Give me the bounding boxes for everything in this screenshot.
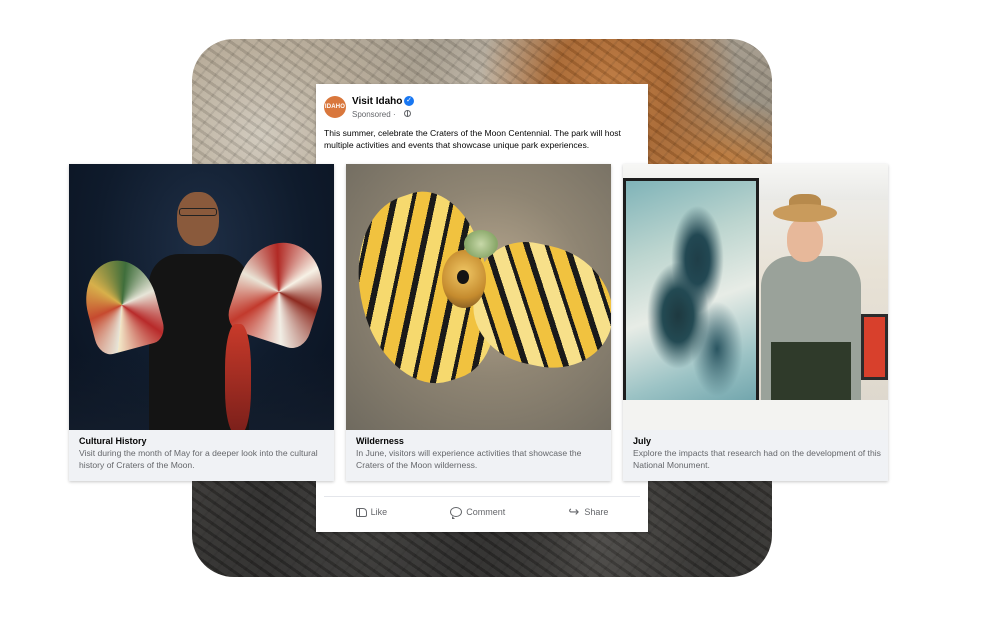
card-title: July xyxy=(633,436,652,446)
thumbs-up-icon xyxy=(355,507,367,517)
share-label: Share xyxy=(584,507,609,517)
carousel-card-july[interactable]: July Explore the impacts that research h… xyxy=(623,164,888,481)
page-avatar[interactable]: IDAHO xyxy=(324,96,346,118)
sponsored-text: Sponsored xyxy=(352,110,391,119)
card-description: Visit during the month of May for a deep… xyxy=(79,448,318,470)
card-description: In June, visitors will experience activi… xyxy=(356,448,582,470)
photo-ranger-hat-brim xyxy=(773,204,837,222)
comment-button[interactable]: Comment xyxy=(450,507,506,519)
photo-red-sign xyxy=(861,314,888,380)
post-body-text: This summer, celebrate the Craters of th… xyxy=(324,128,621,150)
card-description: Explore the impacts that research had on… xyxy=(633,448,881,470)
photo-moth-eye xyxy=(457,270,469,284)
page-name[interactable]: Visit Idaho xyxy=(352,96,402,107)
card-title: Wilderness xyxy=(356,436,404,446)
photo-satellite-map xyxy=(626,181,756,405)
like-label: Like xyxy=(370,507,388,517)
card-photo-moth-closeup xyxy=(346,164,611,430)
carousel-card-cultural-history[interactable]: Cultural History Visit during the month … xyxy=(69,164,334,481)
carousel-card-wilderness[interactable]: Wilderness In June, visitors will experi… xyxy=(346,164,611,481)
verified-badge-icon: ✓ xyxy=(404,96,414,106)
card-caption: July Explore the impacts that research h… xyxy=(633,436,881,471)
card-photo-ranger-with-map xyxy=(623,164,888,430)
comment-icon xyxy=(450,507,463,519)
sponsored-label: Sponsored · xyxy=(352,110,396,119)
card-title: Cultural History xyxy=(79,436,147,446)
photo-table xyxy=(623,400,888,430)
post-action-bar: Like Comment Share xyxy=(324,496,640,527)
share-icon xyxy=(568,504,580,520)
photo-flower xyxy=(464,230,498,258)
comment-label: Comment xyxy=(466,507,506,517)
card-photo-man-with-feather-fans xyxy=(69,164,334,430)
card-caption: Wilderness In June, visitors will experi… xyxy=(356,436,604,471)
separator-dot: · xyxy=(392,110,396,119)
like-button[interactable]: Like xyxy=(355,507,388,517)
globe-icon xyxy=(404,110,411,117)
photo-ranger-head xyxy=(787,218,823,262)
share-button[interactable]: Share xyxy=(568,504,609,520)
photo-person-head xyxy=(177,192,219,246)
photo-glasses xyxy=(179,208,217,216)
photo-feather-drape xyxy=(225,324,251,430)
card-caption: Cultural History Visit during the month … xyxy=(79,436,327,471)
